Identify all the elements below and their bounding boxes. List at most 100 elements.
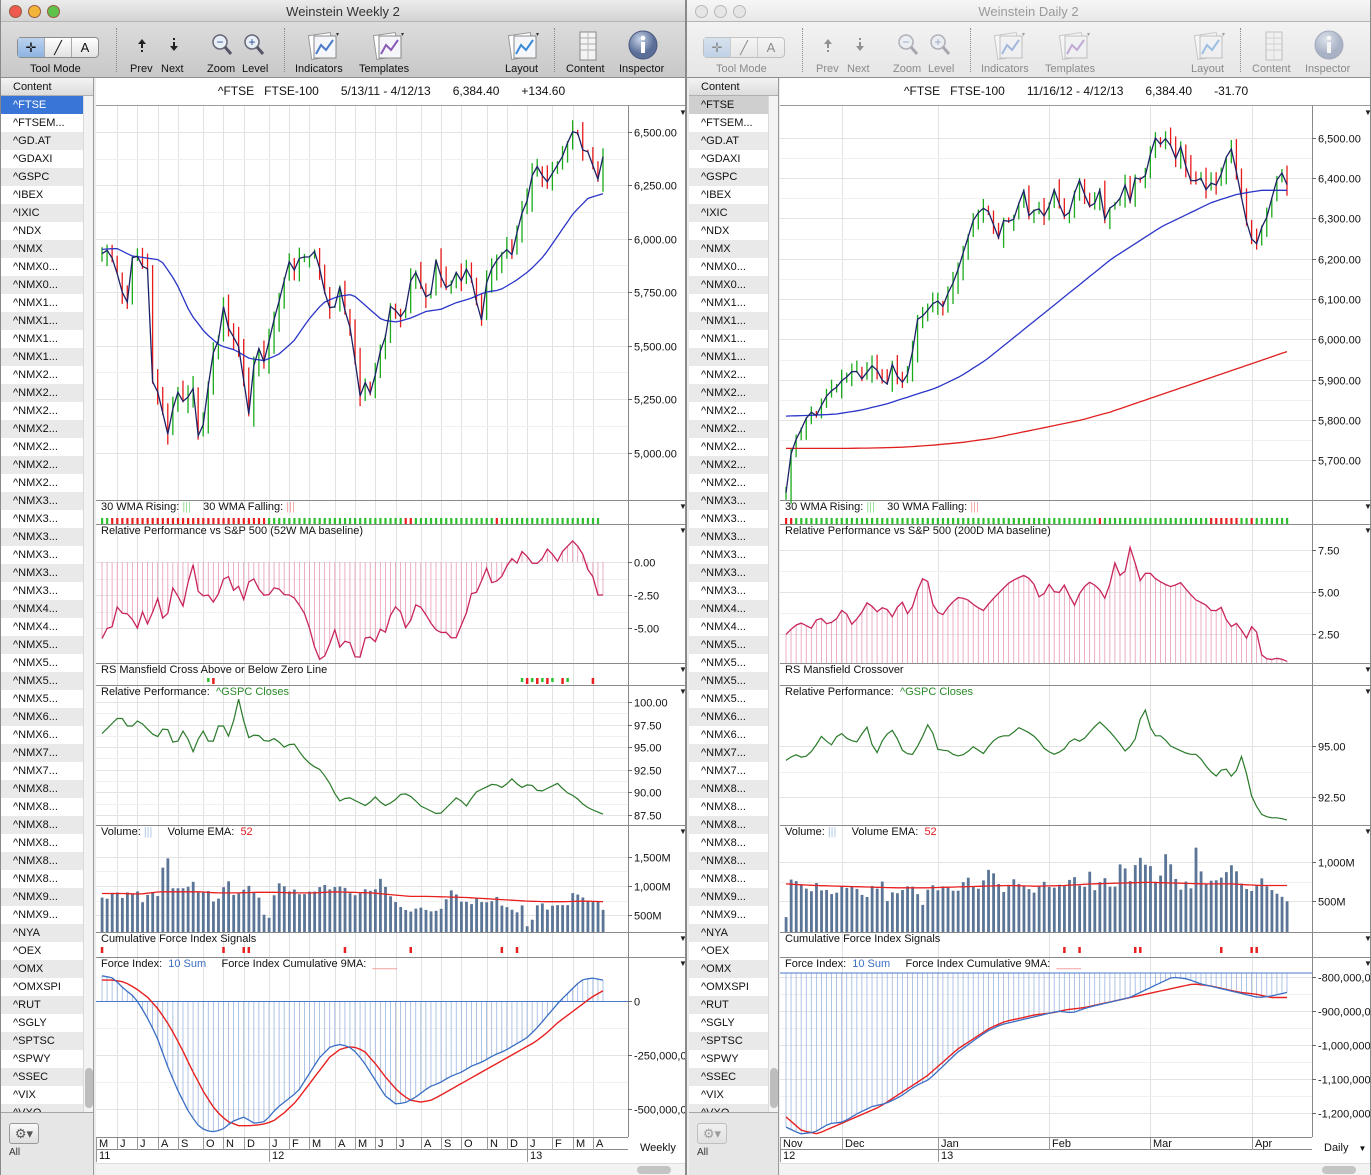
symbol-list-item[interactable]: ^OMX bbox=[1, 960, 83, 978]
symbol-list-item[interactable]: ^OEX bbox=[1, 942, 83, 960]
next-arrow-icon[interactable] bbox=[163, 30, 185, 60]
symbol-list-item[interactable]: ^NMX4... bbox=[689, 618, 768, 636]
crosshair-tool-button[interactable]: ✛ bbox=[704, 38, 731, 57]
filter-all-label[interactable]: All bbox=[9, 1147, 20, 1158]
symbol-list-item[interactable]: ^NMX0... bbox=[1, 258, 83, 276]
symbol-list-item[interactable]: ^NMX3... bbox=[689, 582, 768, 600]
symbol-list-item[interactable]: ^NMX5... bbox=[689, 636, 768, 654]
symbol-list-item[interactable]: ^NMX3... bbox=[1, 564, 83, 582]
symbol-list-item[interactable]: ^NMX2... bbox=[689, 384, 768, 402]
line-tool-button[interactable]: ╱ bbox=[45, 38, 72, 57]
gear-menu-icon[interactable]: ⚙▾ bbox=[697, 1123, 727, 1144]
symbol-list-item[interactable]: ^NMX0... bbox=[689, 258, 768, 276]
symbol-list-item[interactable]: ^NMX2... bbox=[1, 438, 83, 456]
symbol-list-item[interactable]: ^NMX1... bbox=[1, 294, 83, 312]
symbol-list-item[interactable]: ^NMX2... bbox=[1, 474, 83, 492]
content-column-header[interactable]: Content bbox=[689, 78, 778, 96]
panel-menu-arrow-icon[interactable]: ▼ bbox=[679, 526, 685, 535]
panel-menu-arrow-icon[interactable]: ▼ bbox=[679, 665, 685, 674]
symbol-list-item[interactable]: ^NMX7... bbox=[1, 744, 83, 762]
symbol-list-item[interactable]: ^NMX1... bbox=[689, 294, 768, 312]
symbol-list-item[interactable]: ^GSPC bbox=[1, 168, 83, 186]
symbol-list-item[interactable]: ^NMX5... bbox=[1, 690, 83, 708]
chart-canvas[interactable]: 6,500.00 6,250.00 6,000.00 5,750.00 5,500.00… bbox=[96, 106, 686, 1137]
symbol-list-item[interactable]: ^NMX3... bbox=[1, 510, 83, 528]
symbol-list-item[interactable]: ^NMX7... bbox=[689, 744, 768, 762]
symbol-list-item[interactable]: ^NMX4... bbox=[1, 618, 83, 636]
symbol-list-item[interactable]: ^NMX3... bbox=[1, 546, 83, 564]
prev-arrow-icon[interactable] bbox=[131, 30, 153, 60]
symbol-list-item[interactable]: ^NMX1... bbox=[1, 330, 83, 348]
symbol-list-item[interactable]: ^IBEX bbox=[689, 186, 768, 204]
symbol-list-item[interactable]: ^NMX5... bbox=[689, 654, 768, 672]
text-tool-button[interactable]: A bbox=[758, 38, 784, 57]
panel-menu-arrow-icon[interactable]: ▼ bbox=[1364, 959, 1370, 968]
symbol-list-item[interactable]: ^FTSEM... bbox=[1, 114, 83, 132]
symbol-list-item[interactable]: ^NMX3... bbox=[689, 564, 768, 582]
content-column-header[interactable]: Content bbox=[1, 78, 93, 96]
symbol-list-item[interactable]: ^OMXSPI bbox=[1, 978, 83, 996]
panel-menu-arrow-icon[interactable]: ▼ bbox=[1364, 687, 1370, 696]
content-icon[interactable] bbox=[575, 30, 601, 61]
indicators-icon[interactable] bbox=[306, 30, 340, 60]
symbol-list-item[interactable]: ^NMX8... bbox=[1, 870, 83, 888]
symbol-list-item[interactable]: ^VIX bbox=[689, 1086, 768, 1104]
symbol-list-item[interactable]: ^GDAXI bbox=[689, 150, 768, 168]
sidebar-scrollbar[interactable] bbox=[768, 96, 778, 1112]
sidebar-scroll-thumb[interactable] bbox=[770, 1068, 778, 1108]
panel-menu-arrow-icon[interactable]: ▼ bbox=[679, 827, 685, 836]
inspector-icon[interactable] bbox=[1313, 30, 1345, 60]
symbol-list-item[interactable]: ^NMX8... bbox=[1, 834, 83, 852]
symbol-list-item[interactable]: ^NMX3... bbox=[689, 510, 768, 528]
symbol-list-item[interactable]: ^NMX3... bbox=[689, 492, 768, 510]
symbol-list-item[interactable]: ^NMX5... bbox=[689, 690, 768, 708]
symbol-list-item[interactable]: ^NYA bbox=[1, 924, 83, 942]
zoom-out-icon[interactable]: − bbox=[209, 30, 235, 60]
symbol-list-item[interactable]: ^SPTSC bbox=[1, 1032, 83, 1050]
symbol-list-item[interactable]: ^FTSE bbox=[689, 96, 768, 114]
horizontal-scroll-thumb[interactable] bbox=[1322, 1166, 1356, 1174]
panel-menu-arrow-icon[interactable]: ▼ bbox=[679, 959, 685, 968]
symbol-list-item[interactable]: ^SGLY bbox=[1, 1014, 83, 1032]
tool-mode-control[interactable]: ✛ ╱ A bbox=[703, 37, 785, 58]
templates-icon[interactable] bbox=[371, 30, 405, 60]
symbol-list-item[interactable]: ^NMX6... bbox=[1, 708, 83, 726]
symbol-list-item[interactable]: ^NMX2... bbox=[1, 456, 83, 474]
symbol-list-item[interactable]: ^NMX8... bbox=[689, 780, 768, 798]
symbol-list-item[interactable]: ^GD.AT bbox=[689, 132, 768, 150]
line-tool-button[interactable]: ╱ bbox=[731, 38, 758, 57]
symbol-list-item[interactable]: ^GDAXI bbox=[1, 150, 83, 168]
symbol-list-item[interactable]: ^FTSEM... bbox=[689, 114, 768, 132]
symbol-list-item[interactable]: ^NMX8... bbox=[689, 852, 768, 870]
symbol-list-item[interactable]: ^NMX bbox=[689, 240, 768, 258]
symbol-list-item[interactable]: ^SSEC bbox=[1, 1068, 83, 1086]
symbol-list-item[interactable]: ^NMX5... bbox=[689, 672, 768, 690]
symbol-list-item[interactable]: ^RUT bbox=[1, 996, 83, 1014]
symbol-list-item[interactable]: ^OMX bbox=[689, 960, 768, 978]
content-icon[interactable] bbox=[1261, 30, 1287, 61]
symbol-list-item[interactable]: ^IXIC bbox=[689, 204, 768, 222]
layout-icon[interactable] bbox=[506, 30, 540, 60]
symbol-list-item[interactable]: ^SSEC bbox=[689, 1068, 768, 1086]
next-arrow-icon[interactable] bbox=[849, 30, 871, 60]
symbol-list-item[interactable]: ^NMX bbox=[1, 240, 83, 258]
symbol-list-item[interactable]: ^NMX3... bbox=[689, 546, 768, 564]
symbol-list-item[interactable]: ^IXIC bbox=[1, 204, 83, 222]
symbol-list-item[interactable]: ^NMX0... bbox=[689, 276, 768, 294]
symbol-list-item[interactable]: ^NMX5... bbox=[1, 672, 83, 690]
symbol-list-item[interactable]: ^VIX bbox=[1, 1086, 83, 1104]
symbol-list-item[interactable]: ^NMX6... bbox=[689, 708, 768, 726]
symbol-list-item[interactable]: ^NMX1... bbox=[1, 312, 83, 330]
symbol-list-item[interactable]: ^NMX8... bbox=[689, 798, 768, 816]
symbol-list-item[interactable]: ^NMX8... bbox=[1, 780, 83, 798]
symbol-list-item[interactable]: ^NMX2... bbox=[689, 456, 768, 474]
symbol-list-item[interactable]: ^NMX8... bbox=[689, 834, 768, 852]
symbol-list-item[interactable]: ^NMX1... bbox=[689, 312, 768, 330]
panel-menu-arrow-icon[interactable]: ▼ bbox=[679, 687, 685, 696]
symbol-list-item[interactable]: ^NMX3... bbox=[689, 528, 768, 546]
symbol-list-item[interactable]: ^NMX5... bbox=[1, 654, 83, 672]
panel-menu-arrow-icon[interactable]: ▼ bbox=[1364, 827, 1370, 836]
horizontal-scrollbar[interactable] bbox=[96, 1163, 685, 1175]
symbol-list-item[interactable]: ^NMX9... bbox=[689, 888, 768, 906]
sidebar-scroll-thumb[interactable] bbox=[85, 1068, 93, 1108]
